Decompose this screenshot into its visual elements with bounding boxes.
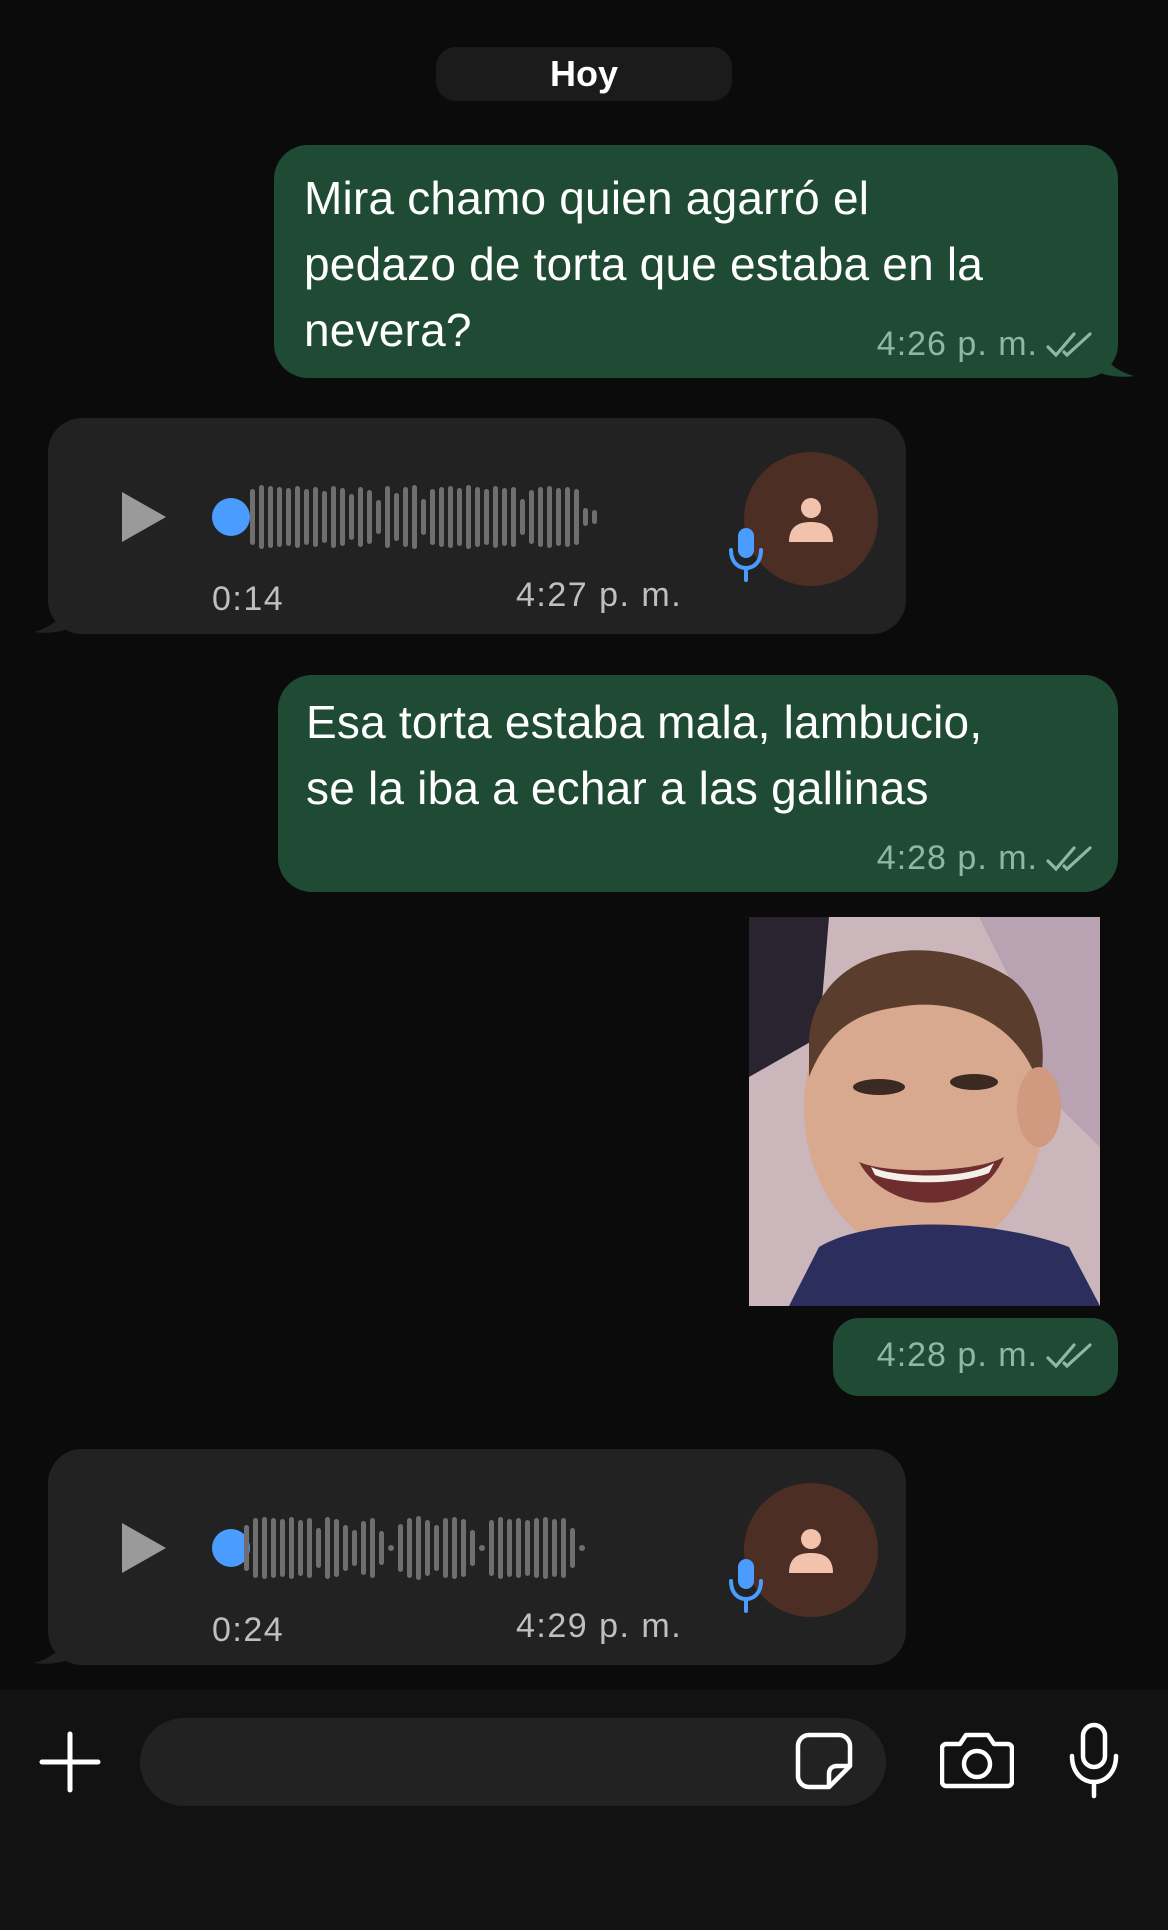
message-meta: 4:28 p. m. [877, 839, 1094, 878]
image-caption-meta: 4:28 p. m. [833, 1318, 1118, 1396]
child-laughing-image [749, 917, 1100, 1306]
voice-duration: 0:24 [212, 1611, 285, 1649]
voice-waveform[interactable] [250, 482, 597, 552]
message-time: 4:29 p. m. [516, 1607, 683, 1645]
read-double-check-icon [1046, 1342, 1092, 1368]
message-time: 4:28 p. m. [876, 839, 1038, 877]
outgoing-message-bubble[interactable]: Esa torta estaba mala, lambucio, se la i… [278, 675, 1118, 892]
message-input[interactable] [140, 1718, 886, 1806]
message-text: Esa torta estaba mala, lambucio, se la i… [306, 689, 982, 821]
play-icon[interactable] [118, 488, 170, 546]
voice-duration: 0:14 [212, 580, 285, 618]
sticker-icon[interactable] [795, 1732, 853, 1790]
incoming-voice-message[interactable]: 0:24 4:29 p. m. [48, 1449, 906, 1665]
message-line: Esa torta estaba mala, lambucio, [306, 696, 983, 748]
message-time: 4:26 p. m. [876, 325, 1038, 363]
outgoing-message-bubble[interactable]: Mira chamo quien agarró el pedazo de tor… [274, 145, 1118, 378]
microphone-icon [729, 528, 763, 582]
microphone-icon[interactable] [1066, 1722, 1122, 1800]
bubble-tail [1094, 336, 1134, 377]
message-time: 4:27 p. m. [516, 576, 683, 614]
message-line: pedazo de torta que estaba en la [304, 238, 984, 290]
read-double-check-icon [1046, 845, 1092, 871]
bubble-tail [34, 592, 74, 633]
shared-photo[interactable] [749, 917, 1100, 1306]
message-line: Mira chamo quien agarró el [304, 172, 870, 224]
play-icon[interactable] [118, 1519, 170, 1577]
message-line: se la iba a echar a las gallinas [306, 762, 929, 814]
message-meta: 4:28 p. m. [877, 1336, 1094, 1375]
incoming-voice-message[interactable]: 0:14 4:27 p. m. [48, 418, 906, 634]
message-time: 4:28 p. m. [876, 1336, 1038, 1374]
playback-position-knob[interactable] [212, 498, 250, 536]
camera-icon[interactable] [940, 1730, 1014, 1790]
voice-waveform[interactable] [244, 1513, 585, 1583]
person-icon [789, 498, 833, 542]
bubble-tail [34, 1623, 74, 1664]
read-double-check-icon [1046, 331, 1092, 357]
date-separator: Hoy [436, 47, 732, 101]
microphone-icon [729, 1559, 763, 1613]
message-meta: 4:26 p. m. [877, 325, 1094, 364]
date-separator-label: Hoy [549, 53, 618, 94]
plus-icon[interactable] [38, 1730, 102, 1794]
person-icon [789, 1529, 833, 1573]
